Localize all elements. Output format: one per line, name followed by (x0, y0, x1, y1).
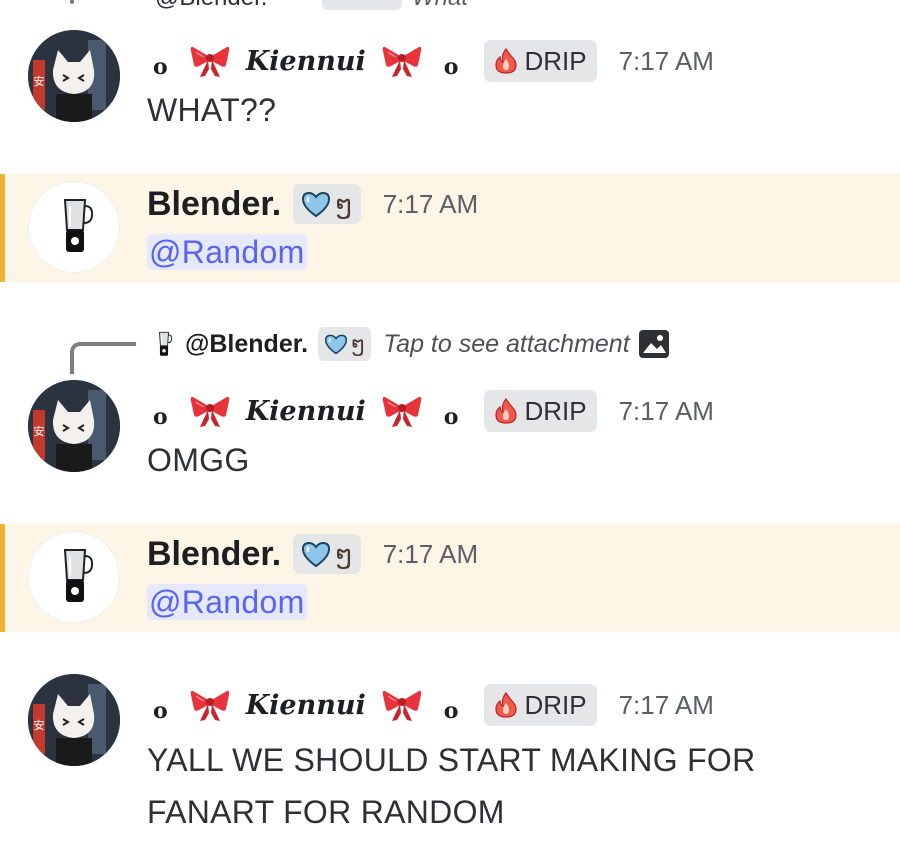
username-ring: o (153, 54, 168, 80)
bow-icon (382, 687, 422, 723)
role-tag[interactable]: DRIP (484, 40, 597, 82)
avatar[interactable]: 安 (28, 380, 120, 472)
timestamp: 7:17 AM (382, 538, 479, 569)
user-mention[interactable]: @Random (147, 234, 307, 270)
reply-snippet: Tap to see attachment (383, 329, 630, 358)
message: 安 o Kiennui o DRIP 7:17 AM OMGG (0, 370, 900, 520)
role-tag[interactable]: ໆ (293, 534, 361, 574)
swirl-glyph: ໆ (335, 188, 353, 219)
username[interactable]: o Kiennui o (147, 43, 464, 81)
message-text: OMGG (147, 442, 250, 478)
blender-icon (64, 199, 94, 253)
username-text: Kiennui (245, 395, 366, 427)
username-ring: o (443, 698, 459, 724)
avatar[interactable]: 安 (28, 674, 120, 766)
heart-icon (301, 190, 331, 218)
reply-author: @Blender. (185, 329, 309, 358)
bow-icon (190, 687, 230, 723)
svg-text:安: 安 (34, 74, 45, 88)
blender-icon (155, 329, 173, 359)
timestamp: 7:17 AM (618, 689, 714, 720)
username-ring: o (443, 404, 459, 430)
username-ring: o (153, 698, 168, 724)
timestamp: 7:17 AM (618, 45, 714, 76)
username[interactable]: Blender. (147, 185, 281, 224)
message-mention: Blender. ໆ 7:17 AM @Random (0, 524, 900, 632)
avatar[interactable]: 安 (28, 30, 120, 122)
svg-text:安: 安 (34, 424, 45, 438)
username[interactable]: o Kiennui o (147, 393, 464, 431)
flame-icon (492, 397, 520, 425)
timestamp: 7:17 AM (618, 395, 714, 426)
flame-icon (492, 47, 520, 75)
timestamp: 7:17 AM (382, 188, 479, 219)
swirl-glyph: ໆ (351, 332, 366, 356)
reply-preview[interactable]: @Blender. ໆ Tap to see attachment (0, 322, 900, 374)
avatar[interactable] (28, 531, 120, 623)
username[interactable]: Blender. (147, 535, 281, 574)
image-icon (638, 330, 669, 358)
heart-icon (324, 333, 348, 355)
heart-icon (301, 540, 331, 568)
blender-icon (64, 549, 94, 603)
username[interactable]: o Kiennui o (147, 687, 464, 725)
bow-icon (382, 393, 422, 429)
role-tag-label: DRIP (524, 689, 587, 720)
message-text: @Random (147, 584, 307, 621)
flame-icon (492, 691, 520, 719)
bow-icon (190, 43, 230, 79)
message-text: @Random (147, 234, 307, 271)
chat-view: @Blender. What 安 o Kiennui o (0, 0, 900, 851)
role-tag[interactable]: DRIP (484, 390, 597, 432)
message-text: WHAT?? (147, 92, 277, 128)
message: 安 o Kiennui o DRIP 7:17 AM WHAT?? (0, 0, 900, 170)
message: 安 o Kiennui o DRIP 7:17 AM YALL WE SHOUL… (0, 660, 900, 851)
role-tag: ໆ (318, 327, 372, 361)
role-tag[interactable]: ໆ (293, 184, 361, 224)
role-tag[interactable]: DRIP (484, 684, 597, 726)
swirl-glyph: ໆ (335, 538, 353, 569)
message-line: YALL WE SHOULD START MAKING FOR (147, 742, 756, 778)
avatar[interactable] (28, 181, 120, 273)
message-text: YALL WE SHOULD START MAKING FOR FANART F… (147, 734, 756, 838)
message-line: FANART FOR RANDOM (147, 794, 505, 830)
message-mention: Blender. ໆ 7:17 AM @Random (0, 174, 900, 282)
username-ring: o (443, 54, 459, 80)
role-tag-label: DRIP (524, 395, 587, 426)
role-tag-label: DRIP (524, 45, 587, 76)
username-text: Kiennui (245, 689, 366, 721)
username-text: Kiennui (245, 45, 366, 77)
bow-icon (190, 393, 230, 429)
bow-icon (382, 43, 422, 79)
svg-text:安: 安 (34, 718, 45, 732)
username-ring: o (153, 404, 168, 430)
user-mention[interactable]: @Random (147, 584, 307, 620)
